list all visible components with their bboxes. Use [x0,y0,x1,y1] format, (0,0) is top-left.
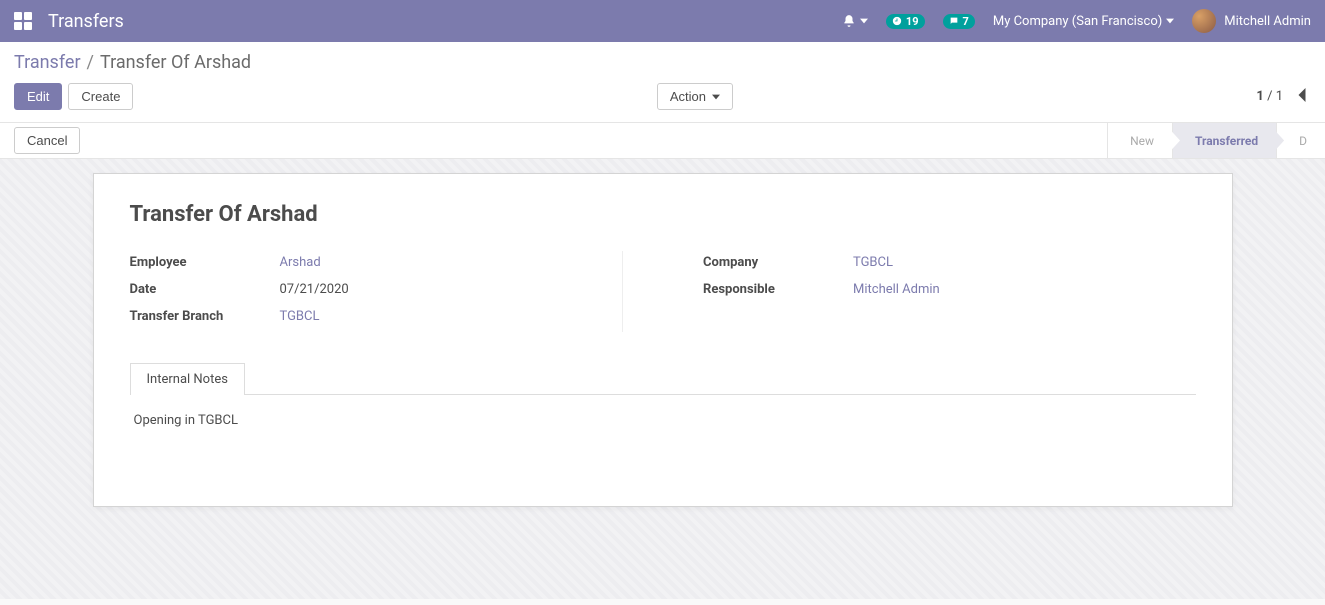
caret-down-icon [1166,17,1174,25]
activity-badge: 19 [886,14,925,29]
notifications-button[interactable] [842,14,868,28]
field-date: Date 07/21/2020 [130,278,583,305]
control-bar: Transfer / Transfer Of Arshad Edit Creat… [0,42,1325,123]
stage-pipeline: New Transferred D [1107,123,1325,158]
avatar [1192,9,1216,33]
field-grid: Employee Arshad Date 07/21/2020 Transfer… [130,251,1196,332]
breadcrumb-current: Transfer Of Arshad [100,52,251,73]
app-brand[interactable]: Transfers [48,11,124,32]
activity-indicator[interactable]: 19 [886,14,925,29]
field-employee: Employee Arshad [130,251,583,278]
responsible-value[interactable]: Mitchell Admin [853,282,940,297]
action-dropdown[interactable]: Action [657,83,733,110]
branch-value[interactable]: TGBCL [280,309,320,324]
messages-count: 7 [963,15,969,28]
chat-icon [949,16,959,26]
user-menu[interactable]: Mitchell Admin [1192,9,1311,33]
field-responsible: Responsible Mitchell Admin [703,278,1156,305]
create-button[interactable]: Create [68,83,133,110]
tab-internal-notes[interactable]: Internal Notes [130,363,245,395]
breadcrumb: Transfer / Transfer Of Arshad [14,52,1311,73]
user-label: Mitchell Admin [1224,14,1311,29]
record-title: Transfer Of Arshad [130,202,1196,227]
chevron-left-icon [1297,88,1307,102]
top-navbar: Transfers 19 7 My Company (San Francisco… [0,0,1325,42]
internal-notes-content: Opening in TGBCL [130,395,1196,446]
company-label: My Company (San Francisco) [993,14,1162,29]
messages-badge: 7 [943,14,975,29]
breadcrumb-root[interactable]: Transfer [14,52,81,73]
stage-transferred[interactable]: Transferred [1172,123,1276,158]
field-col-left: Employee Arshad Date 07/21/2020 Transfer… [130,251,624,332]
caret-down-icon [860,17,868,25]
date-value: 07/21/2020 [280,282,349,297]
clock-icon [892,16,902,26]
branch-label: Transfer Branch [130,309,280,324]
field-col-right: Company TGBCL Responsible Mitchell Admin [703,251,1196,332]
activity-count: 19 [906,15,919,28]
company-field-value[interactable]: TGBCL [853,255,893,270]
edit-button[interactable]: Edit [14,83,62,110]
form-view-background: Transfer Of Arshad Employee Arshad Date … [0,159,1325,599]
pager: 1 / 1 [1256,84,1311,110]
date-label: Date [130,282,280,297]
employee-value[interactable]: Arshad [280,255,321,270]
messages-indicator[interactable]: 7 [943,14,975,29]
employee-label: Employee [130,255,280,270]
breadcrumb-separator: / [87,52,94,73]
tab-bar: Internal Notes [130,362,1196,395]
responsible-label: Responsible [703,282,853,297]
company-field-label: Company [703,255,853,270]
caret-down-icon [712,93,720,101]
pager-prev[interactable] [1293,84,1311,110]
cancel-button[interactable]: Cancel [14,127,80,154]
bell-icon [842,14,856,28]
company-switcher[interactable]: My Company (San Francisco) [993,14,1174,29]
field-company: Company TGBCL [703,251,1156,278]
pager-count: 1 / 1 [1256,89,1283,104]
stage-new[interactable]: New [1107,123,1172,158]
action-label: Action [670,89,706,104]
field-branch: Transfer Branch TGBCL [130,305,583,332]
apps-icon[interactable] [14,12,32,30]
status-bar: Cancel New Transferred D [0,123,1325,159]
form-sheet: Transfer Of Arshad Employee Arshad Date … [93,173,1233,507]
